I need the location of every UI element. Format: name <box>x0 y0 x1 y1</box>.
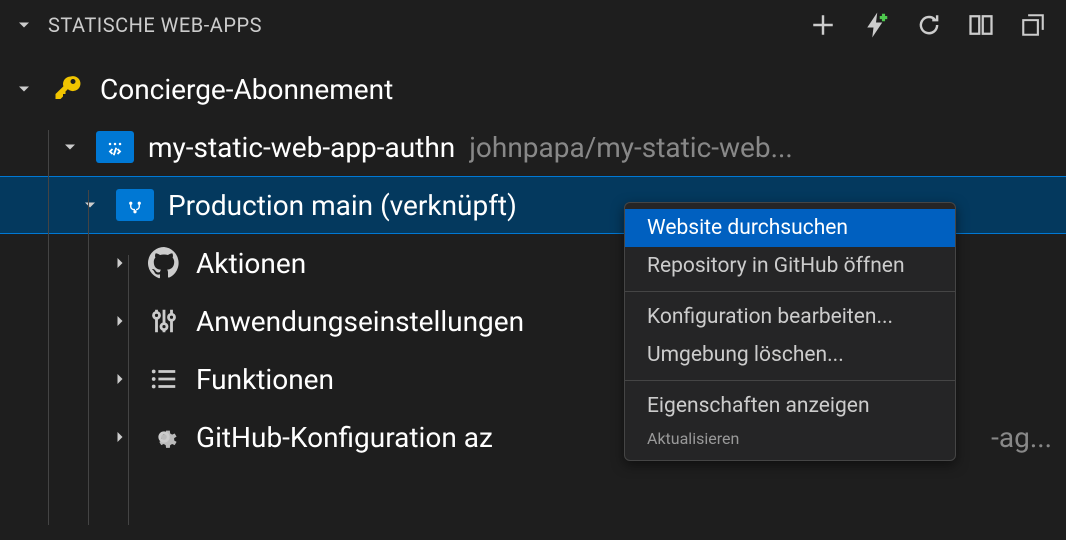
github-icon <box>146 245 182 281</box>
truncated-text: -ag... <box>991 421 1052 454</box>
chevron-down-icon <box>58 137 82 157</box>
app-label: my-static-web-app-authn <box>148 131 455 164</box>
subscription-node[interactable]: Concierge-Abonnement <box>0 60 1066 118</box>
environment-label: Production main (verknüpft) <box>168 189 517 222</box>
gear-icon <box>146 419 182 455</box>
book-icon[interactable] <box>967 11 995 39</box>
app-node[interactable]: my-static-web-app-authn johnpapa/my-stat… <box>0 118 1066 176</box>
chevron-down-icon <box>78 195 102 215</box>
functions-label: Funktionen <box>196 363 334 396</box>
menu-edit-config[interactable]: Konfiguration bearbeiten... <box>625 298 955 336</box>
chevron-down-icon[interactable] <box>12 15 36 35</box>
list-icon <box>146 361 182 397</box>
menu-properties[interactable]: Eigenschaften anzeigen <box>625 387 955 425</box>
panel-header: STATISCHE WEB-APPS <box>0 0 1066 50</box>
context-menu: Website durchsuchen Repository in GitHub… <box>624 202 956 461</box>
lightning-add-icon[interactable] <box>861 10 891 40</box>
actions-label: Aktionen <box>196 247 306 280</box>
key-icon <box>50 71 86 107</box>
collapse-all-icon[interactable] <box>1020 12 1046 38</box>
menu-delete-env[interactable]: Umgebung löschen... <box>625 336 955 374</box>
repo-label: johnpapa/my-static-web... <box>469 131 793 164</box>
menu-separator <box>625 380 955 381</box>
app-settings-label: Anwendungseinstellungen <box>196 305 524 338</box>
menu-open-github[interactable]: Repository in GitHub öffnen <box>625 247 955 285</box>
add-icon[interactable] <box>810 12 836 38</box>
branch-icon <box>116 189 154 221</box>
webapp-icon <box>96 131 134 163</box>
subscription-label: Concierge-Abonnement <box>100 73 393 106</box>
menu-browse-site[interactable]: Website durchsuchen <box>625 209 955 247</box>
panel-title: STATISCHE WEB-APPS <box>48 13 262 37</box>
menu-refresh[interactable]: Aktualisieren <box>625 425 955 454</box>
sliders-icon <box>146 303 182 339</box>
menu-separator <box>625 291 955 292</box>
refresh-icon[interactable] <box>916 12 942 38</box>
github-config-label: GitHub-Konfiguration az <box>196 421 493 454</box>
chevron-down-icon <box>12 79 36 99</box>
